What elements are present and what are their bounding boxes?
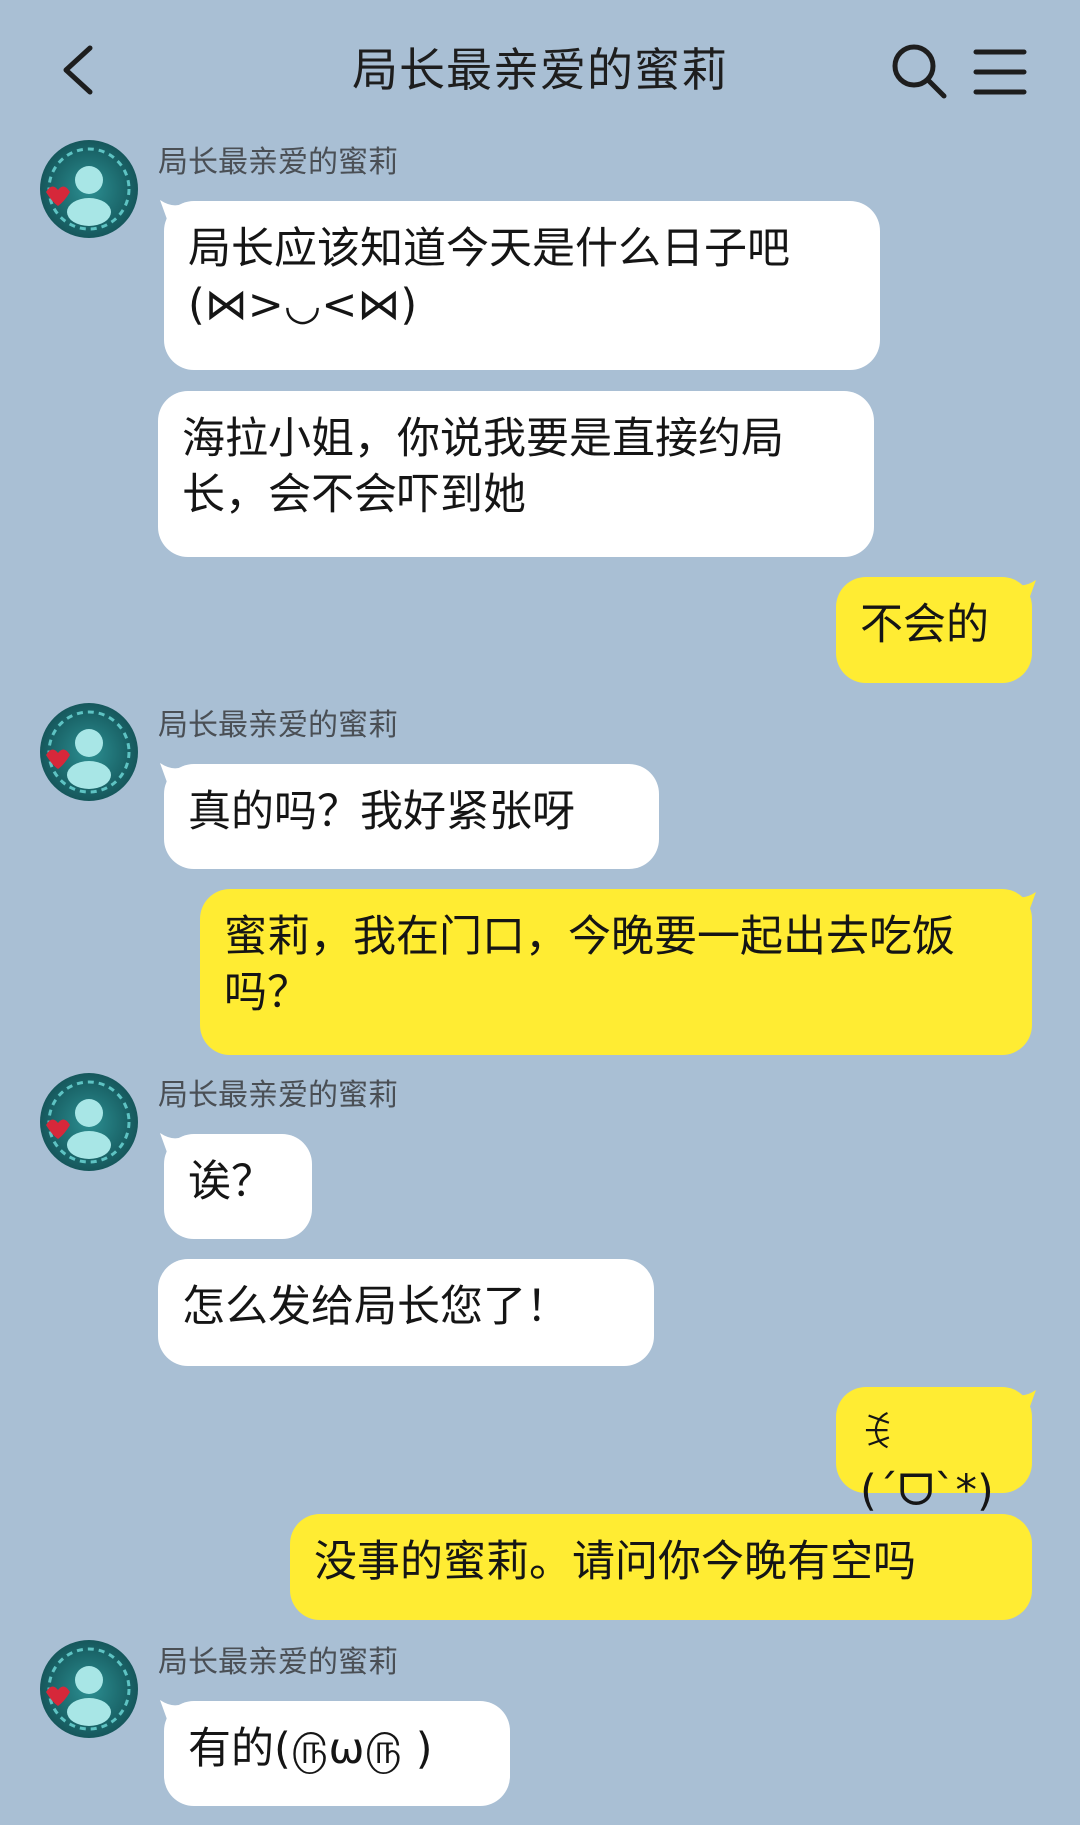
avatar-image: [46, 1080, 131, 1164]
contact-avatar[interactable]: [40, 1640, 138, 1738]
message-bubble-incoming[interactable]: 局长应该知道今天是什么日子吧(⋈>◡<⋈): [164, 201, 880, 370]
message-bubble-incoming[interactable]: 海拉小姐，你说我要是直接约局长，会不会吓到她: [158, 391, 874, 557]
avatar-image: [46, 710, 131, 794]
menu-button[interactable]: [972, 44, 1028, 100]
chat-screen: 局长最亲爱的蜜莉 局长最亲爱的蜜莉 局长应该知道今天是什么日子吧(⋈>◡<⋈): [0, 0, 1080, 1825]
search-icon: [892, 44, 947, 99]
sender-name: 局长最亲爱的蜜莉: [158, 1078, 398, 1113]
avatar-image: [46, 1647, 131, 1731]
search-button[interactable]: [890, 42, 948, 100]
message-bubble-outgoing[interactable]: 蜜莉，我在门口，今晚要一起出去吃饭吗？: [200, 889, 1032, 1055]
contact-avatar[interactable]: [40, 140, 138, 238]
sender-name: 局长最亲爱的蜜莉: [158, 145, 398, 180]
chat-header: 局长最亲爱的蜜莉: [0, 0, 1080, 140]
message-bubble-outgoing[interactable]: 不会的: [836, 577, 1032, 683]
message-bubble-incoming[interactable]: 有的(௫ω௫ ): [164, 1701, 510, 1806]
message-bubble-outgoing[interactable]: ꉂ(ˊᗜˋ*): [836, 1387, 1032, 1516]
sender-name: 局长最亲爱的蜜莉: [158, 1645, 398, 1680]
message-bubble-incoming[interactable]: 怎么发给局长您了！: [158, 1259, 654, 1366]
avatar-image: [46, 147, 131, 231]
sender-name: 局长最亲爱的蜜莉: [158, 708, 398, 743]
message-bubble-incoming[interactable]: 诶？: [164, 1134, 312, 1239]
message-bubble-outgoing[interactable]: 没事的蜜莉。请问你今晚有空吗: [290, 1514, 1032, 1620]
contact-avatar[interactable]: [40, 1073, 138, 1171]
contact-avatar[interactable]: [40, 703, 138, 801]
message-bubble-incoming[interactable]: 真的吗？我好紧张呀: [164, 764, 659, 869]
menu-icon: [973, 49, 1027, 95]
